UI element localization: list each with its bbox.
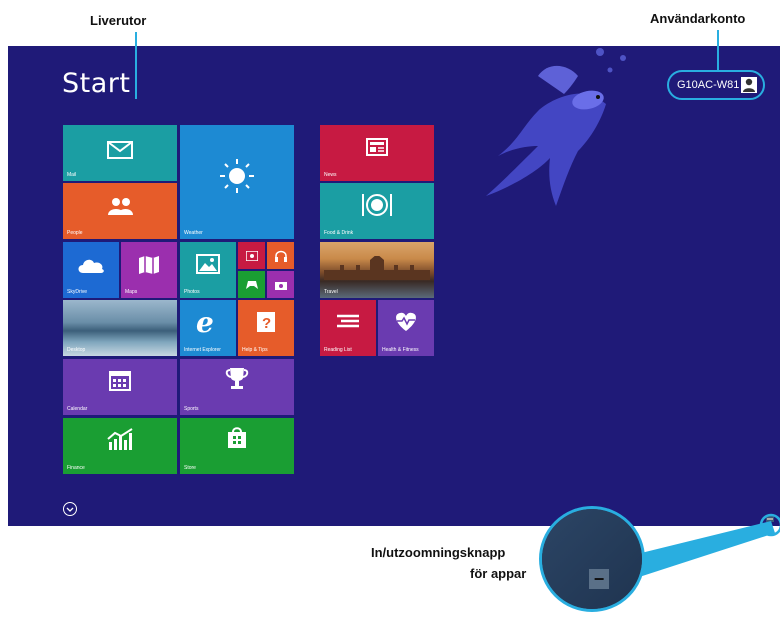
zoom-button-callout-line1: In/utzoomningsknapp [371,545,506,560]
tile-label: Mail [67,172,77,178]
tile-games[interactable] [238,271,265,298]
start-screen: Start G10AC-W81 Mail People Weather SkyD… [8,46,780,526]
reading-list-icon [337,314,359,328]
tile-sports[interactable]: Sports [180,359,294,415]
tile-label: Reading List [324,347,352,353]
tile-weather[interactable]: Weather [180,125,294,239]
zoom-out-button[interactable]: − [589,569,609,589]
semantic-zoom-button-small[interactable] [766,516,774,522]
tile-health-fitness[interactable]: Health & Fitness [378,300,434,356]
start-title: Start [62,68,131,99]
tile-label: Health & Fitness [382,347,419,353]
tile-people[interactable]: People [63,183,177,239]
video-icon [246,251,258,261]
tile-skydrive[interactable]: SkyDrive [63,242,119,298]
store-bag-icon [228,427,246,448]
user-account-callout: Användarkonto [650,11,746,26]
tile-camera[interactable] [267,271,294,298]
gamepad-icon [246,281,258,289]
svg-text:?: ? [262,315,271,332]
tile-label: Desktop [67,347,86,353]
tile-label: Store [184,465,196,471]
parliament-skyline-image [324,256,430,280]
tile-label: Internet Explorer [184,347,221,353]
sun-icon [220,159,254,193]
tile-maps[interactable]: Maps [121,242,177,298]
tile-label: Help & Tips [242,347,268,353]
tile-label: Travel [324,289,338,295]
tile-desktop[interactable]: Desktop [63,300,177,356]
user-avatar-icon [741,77,757,93]
tile-finance[interactable]: Finance [63,418,177,474]
zoom-button-callout-line2: för appar [470,566,527,581]
tile-label: Calendar [67,406,88,412]
tile-store[interactable]: Store [180,418,294,474]
user-name: G10AC-W81 [677,79,740,91]
tile-news[interactable]: News [320,125,434,181]
tile-reading-list[interactable]: Reading List [320,300,376,356]
tile-video[interactable] [238,242,265,269]
tile-label: Photos [184,289,200,295]
headphones-icon [275,250,287,262]
tile-label: Food & Drink [324,230,354,236]
tile-label: People [67,230,83,236]
fish-illustration [486,48,626,206]
live-tiles-callout: Liverutor [90,13,147,28]
tile-food-drink[interactable]: Food & Drink [320,183,434,239]
tile-label: Finance [67,465,85,471]
photo-icon [196,254,220,274]
heart-pulse-icon [396,312,416,331]
minus-icon: − [593,569,605,589]
trophy-icon [225,368,249,389]
people-icon [108,198,133,215]
mail-icon [107,141,133,159]
tile-label: SkyDrive [67,289,88,295]
tile-ie[interactable]: e Internet Explorer [180,300,236,356]
tile-label: Sports [184,406,199,412]
internet-explorer-icon: e [196,306,214,339]
tile-label: Weather [184,230,203,236]
tile-label: Maps [125,289,138,295]
zoom-button-magnified: − [539,506,645,612]
cloud-icon [78,259,104,273]
user-account[interactable]: G10AC-W81 [667,70,765,100]
plate-cutlery-icon [362,194,392,216]
tile-label: News [324,172,337,178]
camera-icon [275,282,287,290]
map-icon [139,256,159,274]
tile-help[interactable]: ? Help & Tips [238,300,294,356]
tile-calendar[interactable]: Calendar [63,359,177,415]
arrow-down-icon [66,507,74,512]
tile-travel[interactable]: Travel [320,242,434,298]
all-apps-down-arrow-button[interactable] [63,502,77,516]
finance-chart-icon [107,428,133,450]
tile-photos[interactable]: Photos [180,242,236,298]
tile-music[interactable] [267,242,294,269]
tile-mail[interactable]: Mail [63,125,177,181]
help-icon: ? [257,312,275,332]
news-icon [366,138,388,156]
calendar-icon [109,371,131,391]
